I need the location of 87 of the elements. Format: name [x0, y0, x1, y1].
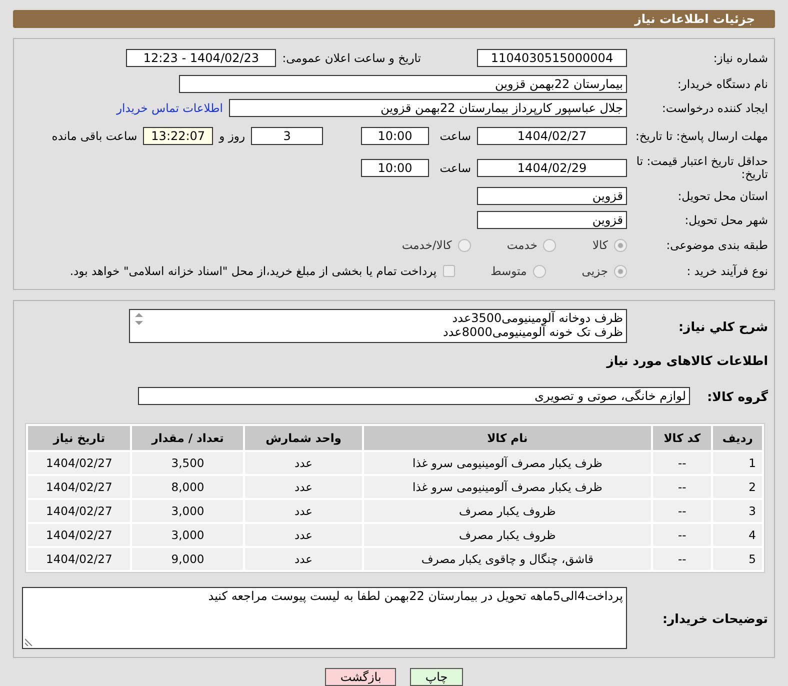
- radio-button[interactable]: [458, 238, 471, 252]
- field-label: ساعت: [438, 129, 471, 143]
- table-cell: --: [653, 452, 712, 474]
- field-label: مهلت ارسال پاسخ: تا تاریخ:: [634, 130, 768, 142]
- description-field[interactable]: ظرف دوخانه آلومینیومی3500عدد ظرف تک خونه آلومینیومی8000عدد: [129, 309, 627, 343]
- spinner-icon: [134, 312, 144, 326]
- field-label: روز و: [219, 129, 245, 143]
- announce-date-field[interactable]: 1404/02/23 - 12:23: [126, 49, 276, 67]
- buyer-org-field[interactable]: بیمارستان 22بهمن قزوین: [179, 75, 627, 93]
- table-cell: 4: [713, 524, 762, 546]
- back-button[interactable]: بازگشت: [325, 668, 396, 686]
- city-field[interactable]: قزوین: [477, 211, 627, 229]
- table-cell: --: [653, 524, 712, 546]
- table-cell: 1404/02/27: [28, 548, 130, 570]
- table-cell: عدد: [245, 452, 362, 474]
- table-cell: 1404/02/27: [28, 500, 130, 522]
- column-header: کد کالا: [653, 426, 712, 450]
- field-label: نوع فرآیند خرید :: [686, 264, 768, 278]
- table-cell: 3,500: [132, 452, 244, 474]
- field-label: ساعت باقی مانده: [52, 129, 138, 143]
- field-label: شهر محل تحویل:: [684, 214, 768, 226]
- table-cell: 1: [713, 452, 762, 474]
- table-cell: ظروف یکبار مصرف: [364, 500, 652, 522]
- table-cell: 1404/02/27: [28, 452, 130, 474]
- date-field[interactable]: 1404/02/29: [477, 159, 627, 177]
- table-cell: قاشق، چنگال و چاقوی یکبار مصرف: [364, 548, 652, 570]
- requester-field[interactable]: جلال عباسپور کارپرداز بیمارستان 22بهمن قزوین: [229, 99, 627, 117]
- table-cell: 8,000: [132, 476, 244, 498]
- table-cell: عدد: [245, 548, 362, 570]
- time-field[interactable]: 10:00: [361, 159, 429, 177]
- column-header: تاریخ نیاز: [28, 426, 130, 450]
- column-header: ردیف: [713, 426, 762, 450]
- page-header: جزئیات اطلاعات نیاز: [13, 10, 775, 28]
- radio-label: متوسط: [490, 264, 527, 278]
- field-label: حداقل تاریخ اعتبار قیمت: تا تاریخ:: [635, 155, 768, 181]
- field-label: شرح کلي نیاز:: [678, 320, 768, 332]
- field-label: طبقه بندی موضوعی:: [665, 238, 768, 252]
- table-cell: 1404/02/27: [28, 476, 130, 498]
- table-cell: 3,000: [132, 524, 244, 546]
- resize-grip-icon: [25, 638, 33, 646]
- checkbox[interactable]: [442, 265, 455, 277]
- remaining-time-field: 13:22:07: [143, 127, 214, 145]
- radio-label: کالا: [592, 238, 608, 252]
- radio-button[interactable]: [532, 264, 546, 278]
- print-button[interactable]: چاپ: [410, 668, 463, 686]
- table-cell: 9,000: [132, 548, 244, 570]
- table-cell: --: [653, 476, 712, 498]
- field-label: تاریخ و ساعت اعلان عمومی:: [282, 51, 421, 65]
- table-cell: 2: [713, 476, 762, 498]
- days-field[interactable]: 3: [251, 127, 323, 145]
- time-field[interactable]: 10:00: [361, 127, 429, 145]
- column-header: نام کالا: [364, 426, 652, 450]
- field-label: ایجاد کننده درخواست:: [661, 102, 768, 114]
- date-field[interactable]: 1404/02/27: [477, 127, 627, 145]
- section-heading: اطلاعات کالاهای مورد نیاز: [606, 352, 768, 368]
- field-label: استان محل تحویل:: [676, 190, 768, 202]
- buyer-notes-field[interactable]: پرداخت4الی5ماهه تحویل در بیمارستان 22بهمن لطفا به لیست پیوست مراجعه کنید: [22, 587, 627, 649]
- table-cell: 1404/02/27: [28, 524, 130, 546]
- radio-label: جزیی: [582, 264, 608, 278]
- table-cell: ظروف یکبار مصرف: [364, 524, 652, 546]
- radio-button[interactable]: [614, 264, 627, 278]
- column-header: واحد شمارش: [245, 426, 362, 450]
- province-field[interactable]: قزوین: [477, 187, 627, 205]
- radio-button[interactable]: [614, 238, 627, 252]
- contact-link[interactable]: اطلاعات تماس خریدار: [116, 101, 223, 115]
- table-cell: 3: [713, 500, 762, 522]
- table-cell: --: [653, 548, 712, 570]
- table-cell: ظرف یکبار مصرف آلومینیومی سرو غذا: [364, 476, 652, 498]
- need-number-field[interactable]: 1104030515000004: [477, 49, 627, 67]
- checkbox-label: پرداخت تمام یا بخشی از مبلغ خرید،از محل "اسناد خزانه اسلامی" خواهد بود.: [70, 264, 437, 278]
- table-cell: 5: [713, 548, 762, 570]
- field-label: توضیحات خریدار:: [661, 612, 768, 624]
- goods-group-field[interactable]: لوازم خانگی، صوتی و تصویری: [138, 387, 690, 405]
- radio-button[interactable]: [543, 238, 556, 252]
- table-cell: --: [653, 500, 712, 522]
- table-cell: 3,000: [132, 500, 244, 522]
- field-label: شماره نیاز:: [712, 52, 768, 64]
- field-label: گروه کالا:: [706, 390, 768, 402]
- field-label: ساعت: [438, 161, 471, 175]
- table-cell: ظرف یکبار مصرف آلومینیومی سرو غذا: [364, 452, 652, 474]
- table-cell: عدد: [245, 524, 362, 546]
- table-cell: عدد: [245, 476, 362, 498]
- column-header: تعداد / مقدار: [132, 426, 244, 450]
- field-label: نام دستگاه خریدار:: [676, 78, 768, 90]
- radio-label: خدمت: [506, 238, 538, 252]
- table-cell: عدد: [245, 500, 362, 522]
- radio-label: کالا/خدمت: [402, 238, 452, 252]
